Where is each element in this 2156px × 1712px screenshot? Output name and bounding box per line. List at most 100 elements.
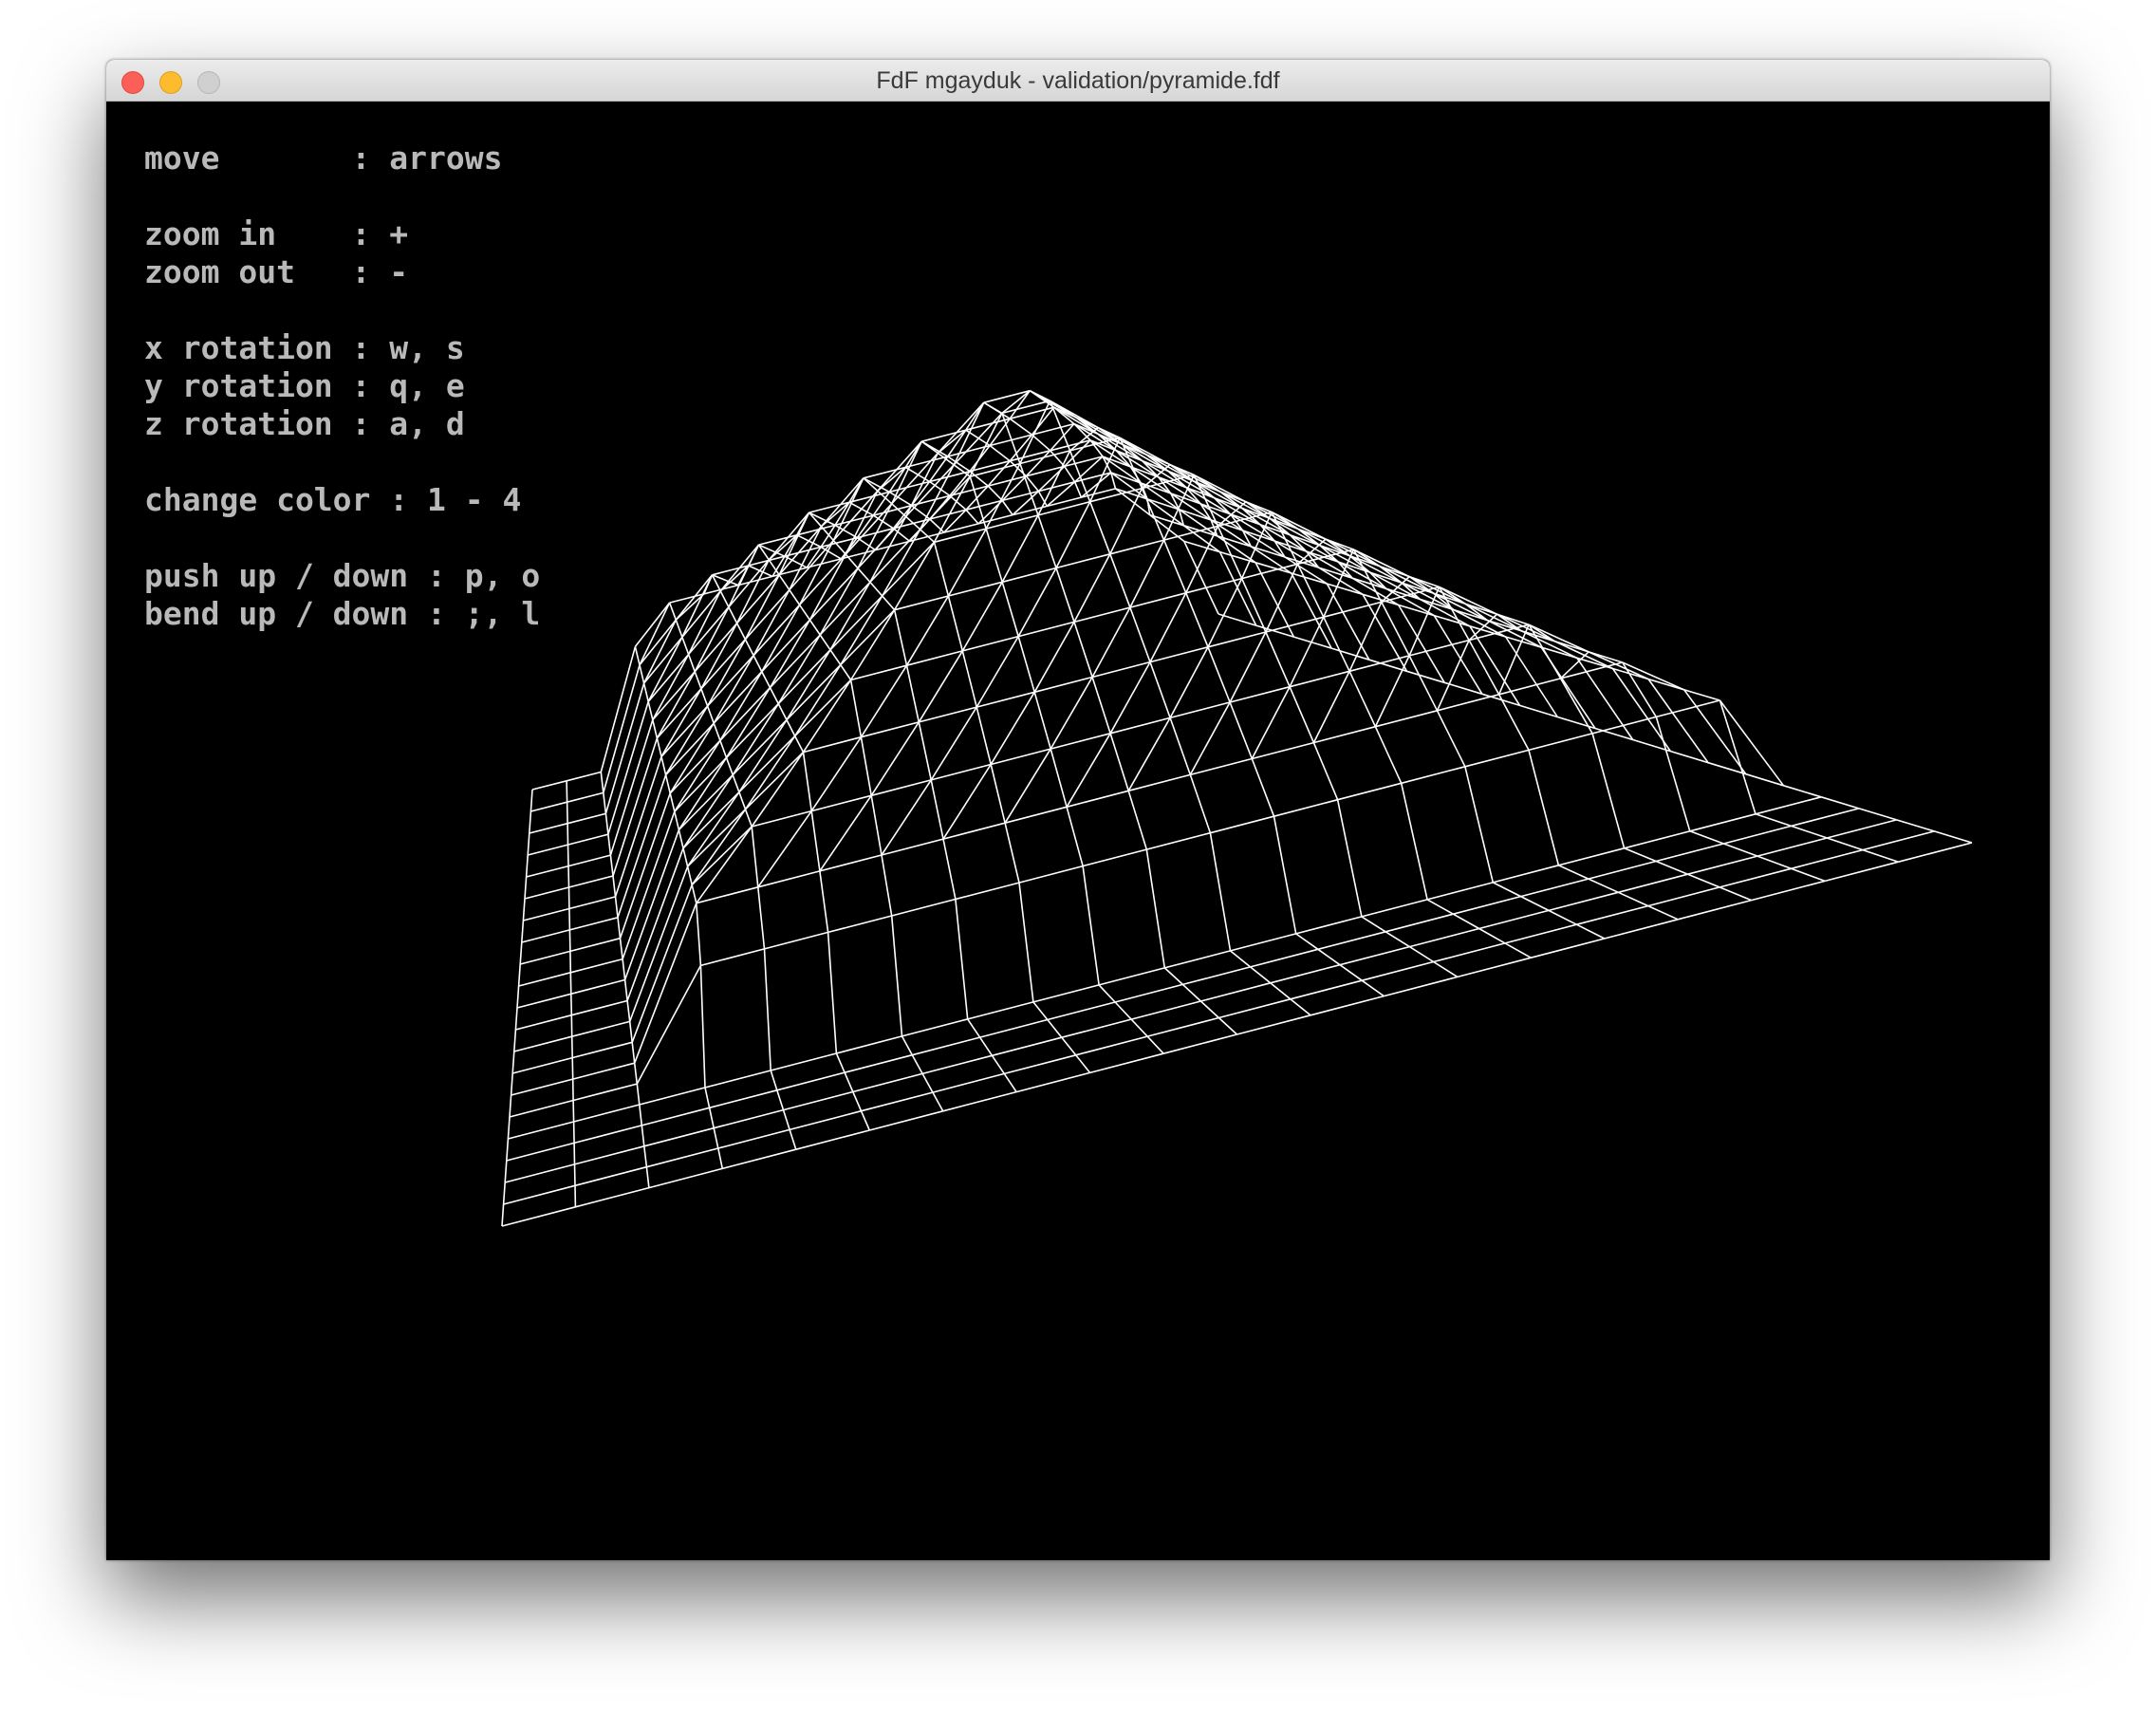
- wire-edge: [696, 903, 702, 966]
- wire-edge: [1436, 640, 1470, 712]
- wire-edge: [869, 1110, 943, 1131]
- wire-edge: [530, 801, 567, 812]
- wire-edge: [569, 937, 621, 953]
- help-x-rotation: x rotation : w, s: [144, 329, 465, 366]
- wire-edge: [929, 518, 945, 533]
- wire-edge: [990, 764, 1006, 824]
- wire-edge: [1290, 979, 1363, 1000]
- wire-edge: [905, 595, 950, 666]
- wire-edge: [524, 876, 528, 900]
- wire-edge: [1229, 631, 1267, 703]
- wire-edge: [1004, 823, 1020, 884]
- wire-edge: [656, 671, 696, 739]
- wire-edge: [948, 581, 1003, 597]
- wire-edge: [732, 719, 788, 776]
- wire-edge: [1001, 582, 1019, 637]
- wire-edge: [840, 664, 852, 680]
- wire-edge: [1162, 539, 1187, 594]
- wire-edge: [1745, 772, 1784, 787]
- wire-edge: [1009, 418, 1032, 436]
- wire-edge: [1047, 1001, 1116, 1021]
- wire-edge: [1559, 678, 1593, 735]
- wire-edge: [835, 1052, 846, 1073]
- wire-edge: [641, 1107, 710, 1126]
- wire-edge: [786, 719, 796, 736]
- wire-edge: [511, 1051, 515, 1074]
- wire-edge: [704, 1070, 771, 1089]
- wire-edge: [619, 938, 623, 959]
- wire-edge: [566, 771, 602, 782]
- wire-edge: [827, 915, 892, 934]
- wire-edge: [1295, 916, 1363, 935]
- wire-edge: [1751, 880, 1826, 902]
- wire-edge: [531, 780, 567, 791]
- wire-edge: [567, 791, 604, 803]
- wire-edge: [1129, 539, 1165, 608]
- render-canvas[interactable]: move : arrows zoom in : + zoom out : - x…: [106, 102, 2050, 1560]
- window-title: FdF mgayduk - validation/pyramide.fdf: [876, 67, 1280, 94]
- wire-edge: [1384, 976, 1459, 997]
- wire-edge: [953, 401, 985, 466]
- wire-edge: [1251, 686, 1291, 759]
- wire-edge: [911, 505, 931, 520]
- wire-edge: [571, 1057, 574, 1080]
- wire-edge: [861, 1091, 934, 1112]
- wire-edge: [1017, 621, 1075, 638]
- wire-edge: [1109, 716, 1171, 735]
- wire-edge: [848, 501, 874, 516]
- wire-edge: [1149, 592, 1187, 662]
- wire-edge: [691, 884, 697, 903]
- wire-edge: [1033, 622, 1075, 693]
- wire-edge: [1229, 685, 1291, 703]
- help-change-color: change color : 1 - 4: [144, 481, 522, 518]
- wire-edge: [819, 870, 829, 933]
- wire-edge: [1209, 832, 1232, 952]
- help-zoom-in: zoom in : +: [144, 215, 409, 252]
- wire-edge: [1323, 616, 1350, 672]
- wire-edge: [930, 779, 944, 840]
- wire-edge: [942, 838, 957, 900]
- wire-edge: [783, 1090, 854, 1111]
- wire-edge: [1453, 913, 1480, 930]
- wire-edge: [506, 1142, 575, 1162]
- wire-edge: [1858, 808, 1897, 821]
- title-bar[interactable]: FdF mgayduk - validation/pyramide.fdf: [106, 60, 2050, 102]
- wire-edge: [1017, 636, 1035, 693]
- wire-edge: [1464, 749, 1530, 768]
- wire-edge: [1528, 750, 1560, 866]
- wire-edge: [510, 1072, 513, 1096]
- wire-edge: [930, 706, 977, 781]
- wire-edge: [1548, 891, 1619, 912]
- wire-edge: [985, 463, 1021, 530]
- wire-edge: [1312, 742, 1339, 801]
- wire-edge: [719, 740, 728, 758]
- wire-edge: [704, 1087, 711, 1108]
- wire-edge: [870, 795, 883, 856]
- wire-edge: [989, 444, 1011, 462]
- wire-edge: [1719, 699, 1756, 815]
- wire-edge: [844, 1053, 913, 1073]
- wire-edge: [722, 1148, 797, 1170]
- wire-edge: [524, 886, 569, 900]
- wire-edge: [777, 649, 831, 705]
- wire-edge: [664, 774, 671, 794]
- wire-edge: [1624, 830, 1691, 849]
- wire-edge: [572, 1121, 575, 1144]
- wire-edge: [681, 637, 690, 655]
- wire-edge: [744, 809, 753, 828]
- wire-edge: [1109, 661, 1151, 735]
- wire-edge: [1896, 819, 1935, 832]
- wire-edge: [1689, 813, 1756, 832]
- wire-edge: [643, 1145, 648, 1167]
- wire-edge: [1820, 796, 1860, 809]
- wire-edge: [660, 756, 667, 775]
- wire-edge: [955, 882, 1020, 901]
- wire-edge: [1755, 796, 1822, 815]
- wire-edge: [675, 619, 683, 638]
- wire-edge: [526, 865, 569, 878]
- wire-edge: [1098, 967, 1165, 986]
- wire-edge: [604, 813, 609, 835]
- wire-edge: [1236, 1014, 1311, 1035]
- wire-edge: [570, 958, 623, 974]
- wire-edge: [844, 1071, 854, 1092]
